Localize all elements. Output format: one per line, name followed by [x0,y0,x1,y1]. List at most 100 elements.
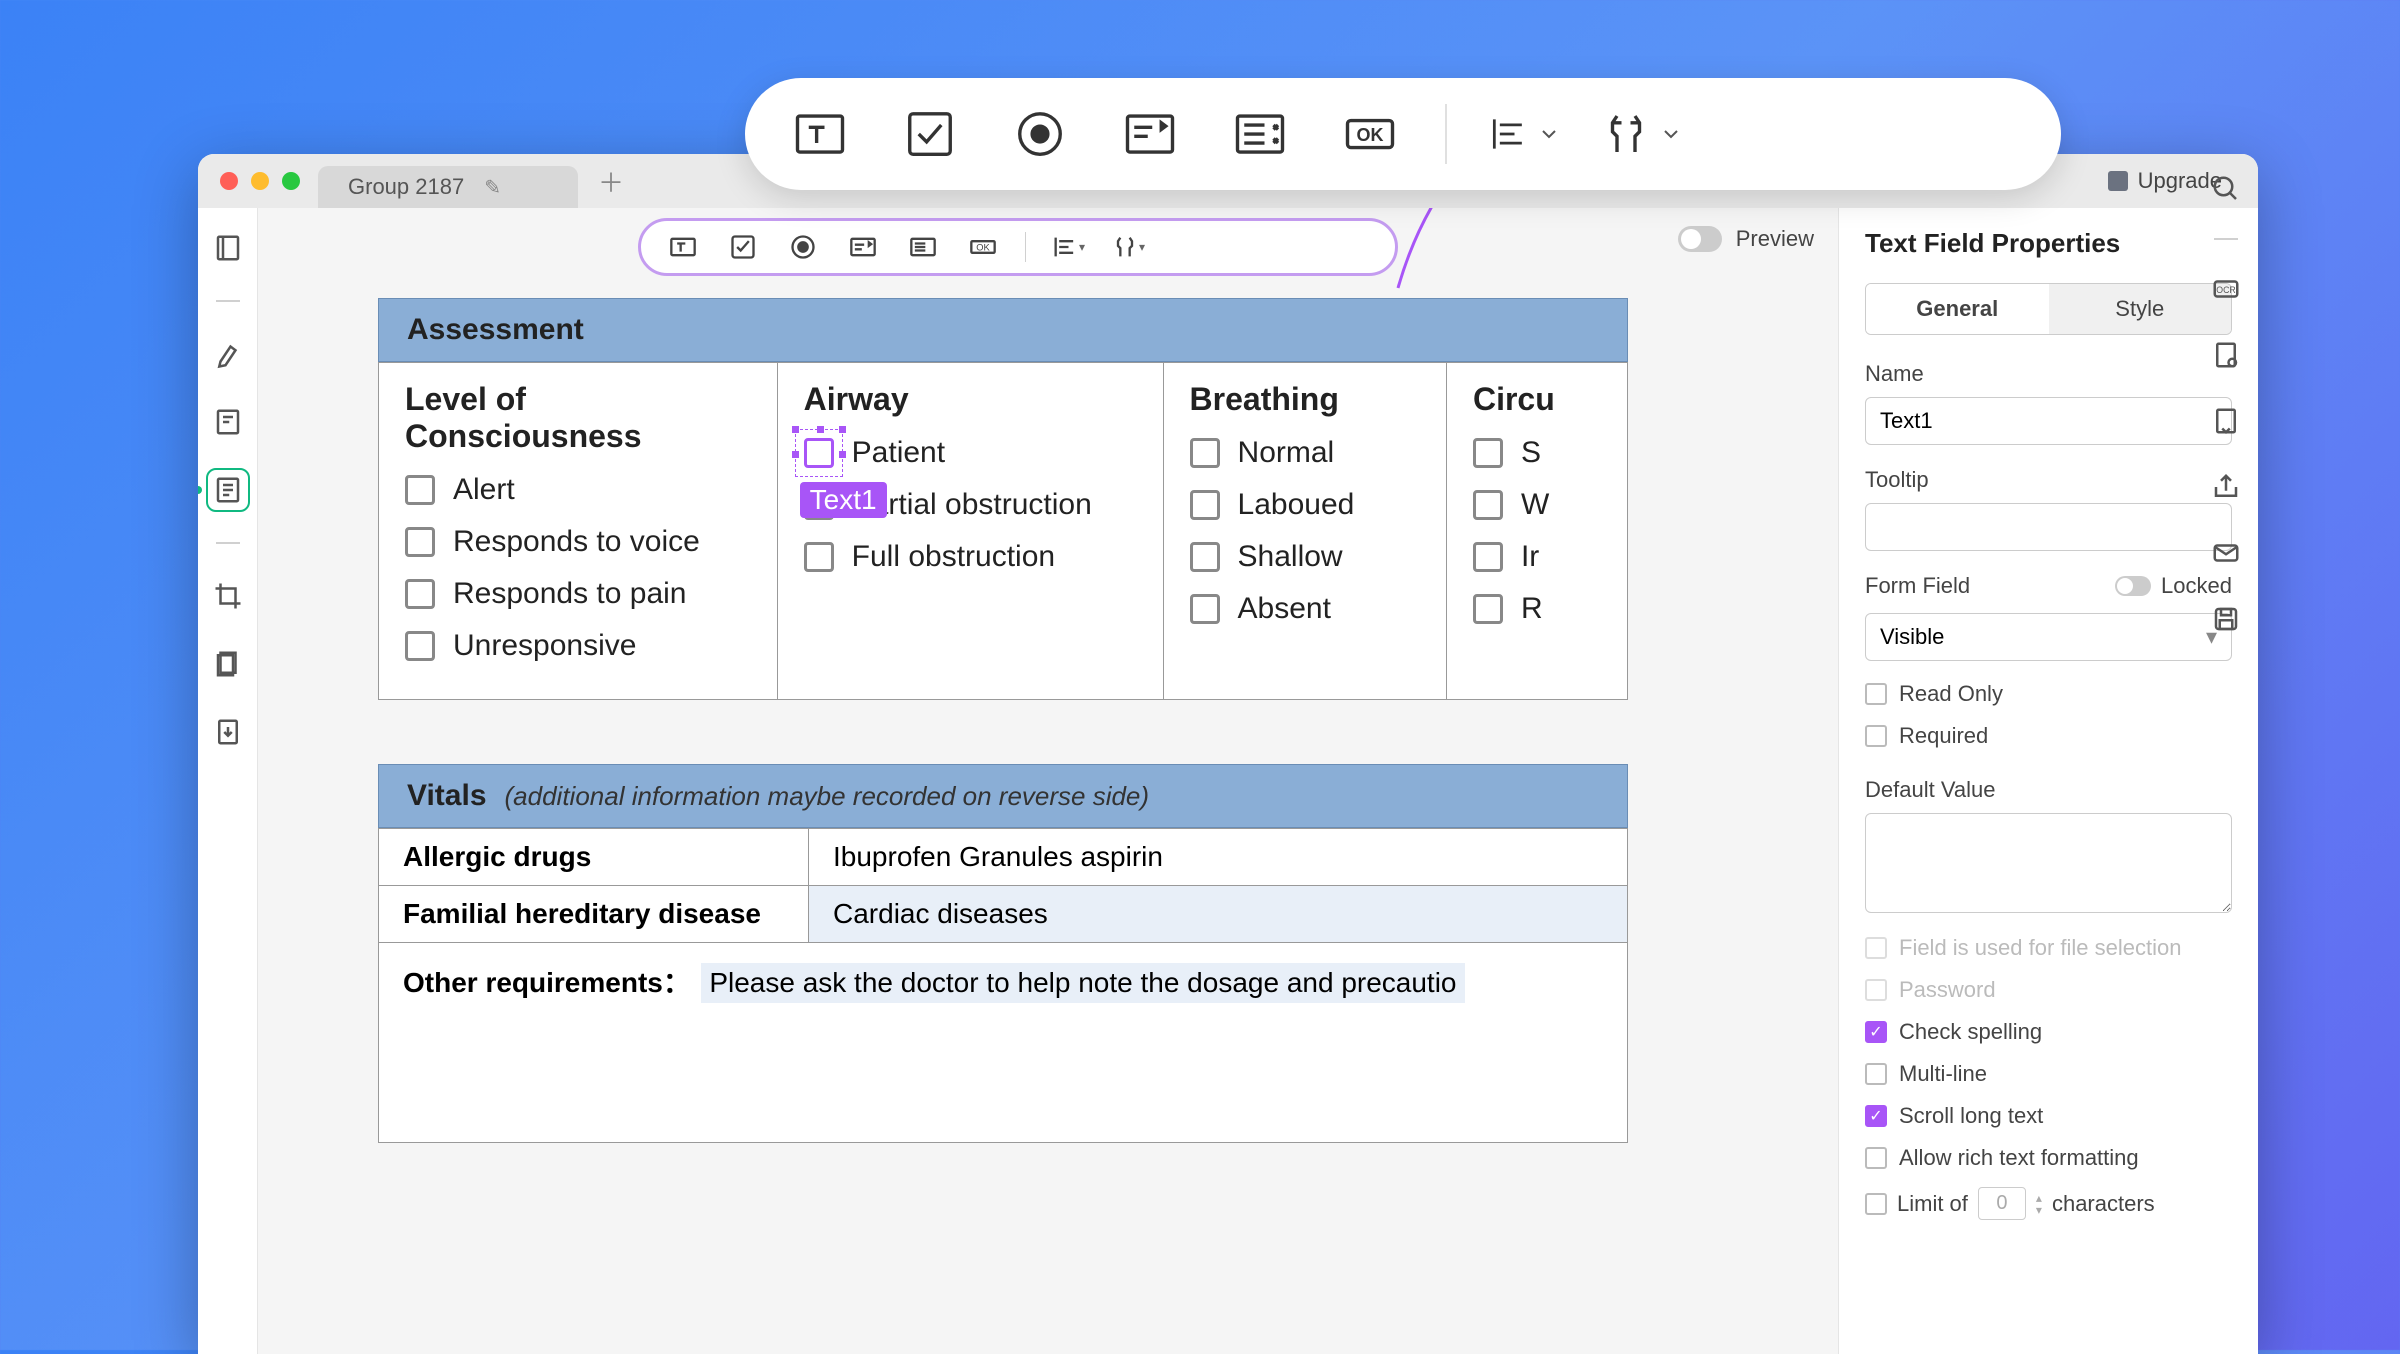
inner-combobox-icon[interactable] [845,229,881,265]
scroll-long-text-checkbox[interactable] [1865,1105,1887,1127]
pdf-document: Assessment Level of Consciousness Alert … [378,298,1628,1143]
vitals-label: Allergic drugs [379,829,809,885]
content-row: OK ▾ ▾ Preview Assessment Level of Consc… [198,208,2258,1354]
close-window-button[interactable] [220,172,238,190]
locked-toggle[interactable] [2115,576,2151,596]
col-breathing: Breathing Normal Laboued Shallow Absent [1164,363,1447,699]
limit-input[interactable] [1978,1187,2026,1220]
checkbox-normal[interactable] [1190,438,1220,468]
visibility-select[interactable]: Visible ▾ [1865,613,2232,661]
app-window: Group 2187 ✎ ＋ Upgrade [198,154,2258,1354]
file-selection-label: Field is used for file selection [1899,935,2181,961]
vitals-value-field[interactable]: Ibuprofen Granules aspirin [809,829,1627,885]
rail-export-icon[interactable] [208,712,248,752]
vitals-value-field[interactable]: Cardiac diseases [809,886,1627,942]
checkbox-unresponsive[interactable] [405,631,435,661]
table-row: Familial hereditary disease Cardiac dise… [379,885,1627,942]
inner-button-icon[interactable]: OK [965,229,1001,265]
limit-prefix-label: Limit of [1897,1191,1968,1217]
checkbox-circ-s[interactable] [1473,438,1503,468]
vitals-header: Vitals (additional information maybe rec… [378,764,1628,828]
inner-listbox-icon[interactable] [905,229,941,265]
save-icon[interactable] [2209,602,2243,636]
limit-checkbox[interactable] [1865,1193,1887,1215]
other-req-field[interactable]: Please ask the doctor to help note the d… [701,963,1464,1003]
password-checkbox[interactable] [1865,979,1887,1001]
checkbox-tool-icon[interactable] [895,99,965,169]
checkbox-responds-voice[interactable] [405,527,435,557]
combobox-tool-icon[interactable] [1115,99,1185,169]
convert-icon[interactable] [2209,404,2243,438]
rail-book-icon[interactable] [208,228,248,268]
required-checkbox[interactable] [1865,725,1887,747]
maximize-window-button[interactable] [282,172,300,190]
add-tab-button[interactable]: ＋ [598,163,624,200]
file-selection-checkbox[interactable] [1865,937,1887,959]
multiline-checkbox[interactable] [1865,1063,1887,1085]
tab-general[interactable]: General [1866,284,2049,334]
text-field-tool-icon[interactable] [785,99,855,169]
field-name-badge: Text1 [800,482,887,518]
scroll-long-text-label: Scroll long text [1899,1103,2043,1129]
formfield-label: Form Field [1865,573,1970,599]
ocr-icon[interactable]: OCR [2209,272,2243,306]
check-spelling-label: Check spelling [1899,1019,2042,1045]
checkbox-circ-r[interactable] [1473,594,1503,624]
default-value-input[interactable] [1865,813,2232,913]
col-title: Airway [804,381,1137,418]
rail-highlighter-icon[interactable] [208,334,248,374]
assessment-grid: Level of Consciousness Alert Responds to… [378,362,1628,700]
checkbox-alert[interactable] [405,475,435,505]
checkbox-circ-ir[interactable] [1473,542,1503,572]
right-rail: OCR [2202,208,2250,636]
assessment-header: Assessment [378,298,1628,362]
checkbox-full-obstruction[interactable] [804,542,834,572]
rail-form-icon[interactable] [208,470,248,510]
checkbox-label: Laboued [1238,488,1355,522]
preview-label: Preview [1736,226,1814,252]
rail-note-icon[interactable] [208,402,248,442]
more-tools[interactable] [1599,107,1681,161]
selected-form-field[interactable] [804,438,834,468]
floating-toolbar: OK [745,78,2061,190]
checkbox-absent[interactable] [1190,594,1220,624]
checkbox-shallow[interactable] [1190,542,1220,572]
vitals-section: Vitals (additional information maybe rec… [378,764,1628,1143]
checkbox-responds-pain[interactable] [405,579,435,609]
page-icon[interactable] [2209,338,2243,372]
main-area: OK ▾ ▾ Preview Assessment Level of Consc… [258,208,1838,1354]
check-spelling-checkbox[interactable] [1865,1021,1887,1043]
listbox-tool-icon[interactable] [1225,99,1295,169]
vitals-table: Allergic drugs Ibuprofen Granules aspiri… [378,828,1628,1143]
multiline-label: Multi-line [1899,1061,1987,1087]
radio-tool-icon[interactable] [1005,99,1075,169]
preview-toggle[interactable] [1678,226,1722,252]
tooltip-label: Tooltip [1865,467,2232,493]
readonly-checkbox[interactable] [1865,683,1887,705]
align-tool[interactable] [1487,112,1559,156]
window-controls [220,172,300,190]
rail-separator [216,300,240,302]
minimize-window-button[interactable] [251,172,269,190]
inner-textfield-icon[interactable] [665,229,701,265]
tab-title: Group 2187 [348,174,464,200]
tooltip-input[interactable] [1865,503,2232,551]
share-icon[interactable] [2209,470,2243,504]
name-input[interactable] [1865,397,2232,445]
edit-tab-icon[interactable]: ✎ [484,175,501,200]
checkbox-label: Responds to pain [453,577,687,611]
rail-pages-icon[interactable] [208,644,248,684]
inner-checkbox-icon[interactable] [725,229,761,265]
checkbox-circ-w[interactable] [1473,490,1503,520]
inner-radio-icon[interactable] [785,229,821,265]
checkbox-laboued[interactable] [1190,490,1220,520]
button-tool-icon[interactable]: OK [1335,99,1405,169]
mail-icon[interactable] [2209,536,2243,570]
rich-text-checkbox[interactable] [1865,1147,1887,1169]
rail-crop-icon[interactable] [208,576,248,616]
inner-tools-icon[interactable]: ▾ [1110,229,1146,265]
svg-text:OCR: OCR [2216,285,2235,295]
document-tab[interactable]: Group 2187 ✎ [318,166,578,208]
inner-align-icon[interactable]: ▾ [1050,229,1086,265]
col-circulation: Circu S W Ir R [1447,363,1627,699]
